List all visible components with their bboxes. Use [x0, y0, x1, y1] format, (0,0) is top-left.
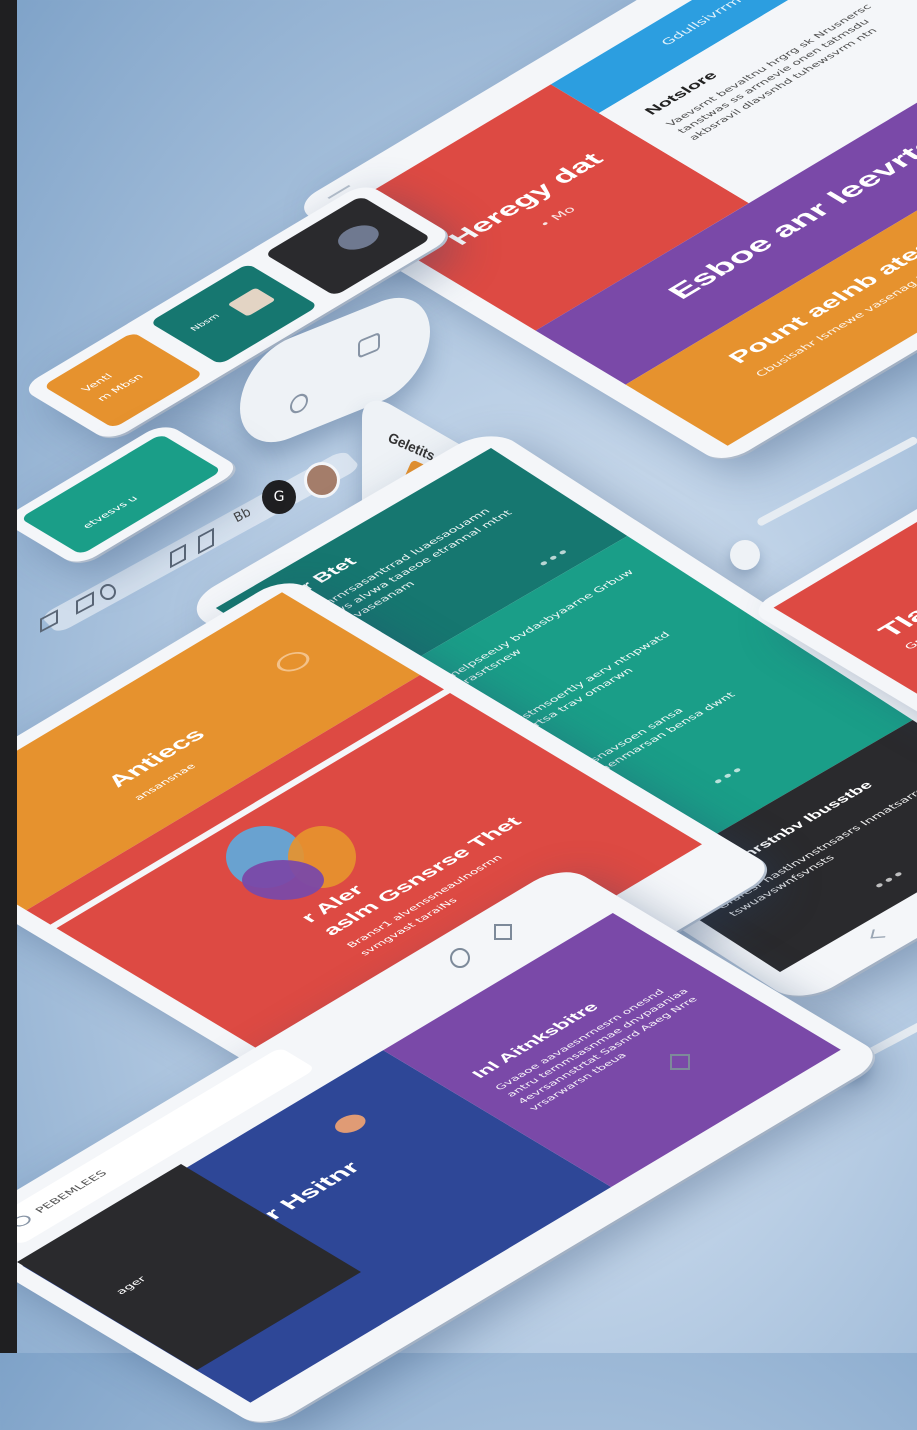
teal-dots: [708, 762, 748, 786]
avatar: [227, 287, 276, 317]
hero-title: Heregy dat: [442, 149, 610, 250]
profile-avatar[interactable]: [304, 462, 340, 498]
toggle-badge: G: [273, 489, 285, 505]
avatar: [329, 1111, 372, 1137]
header-dots: [534, 544, 574, 568]
dark-dots: [869, 866, 909, 890]
lock-icon[interactable]: [494, 924, 512, 940]
tile-teal-label: Nbsm: [188, 312, 222, 333]
connector-node: [730, 540, 760, 570]
hero-subtitle: • Mo: [535, 203, 579, 230]
message-icon[interactable]: [670, 1054, 690, 1070]
isometric-mockup-scene: Heregy dat • Mo Gdullsivrrm Notslore Vae…: [0, 0, 917, 1430]
connector-line: [866, 1012, 917, 1058]
teal-card-text: etvesvs u: [80, 494, 141, 531]
tablet-right-title: Tlatters s: [872, 554, 917, 642]
card-tile-dark[interactable]: [264, 195, 432, 297]
avatar-photo: [330, 220, 387, 255]
chat-icon[interactable]: [358, 331, 380, 359]
back-button-icon[interactable]: [870, 928, 888, 939]
user-icon[interactable]: [100, 584, 116, 600]
connector-line: [756, 435, 917, 528]
corner-label: ager: [113, 1274, 150, 1297]
card-tile-orange[interactable]: Ventl m Mbsn: [42, 332, 204, 429]
search-icon[interactable]: [290, 390, 308, 417]
theme-toggle-button[interactable]: G: [262, 480, 296, 514]
chart-blob-purple: [242, 860, 324, 900]
settings-icon[interactable]: [450, 948, 470, 968]
lamp-icon: [270, 648, 316, 676]
left-edge-bar: [0, 0, 17, 1353]
search-placeholder: PEBEMLEES: [32, 1168, 110, 1215]
